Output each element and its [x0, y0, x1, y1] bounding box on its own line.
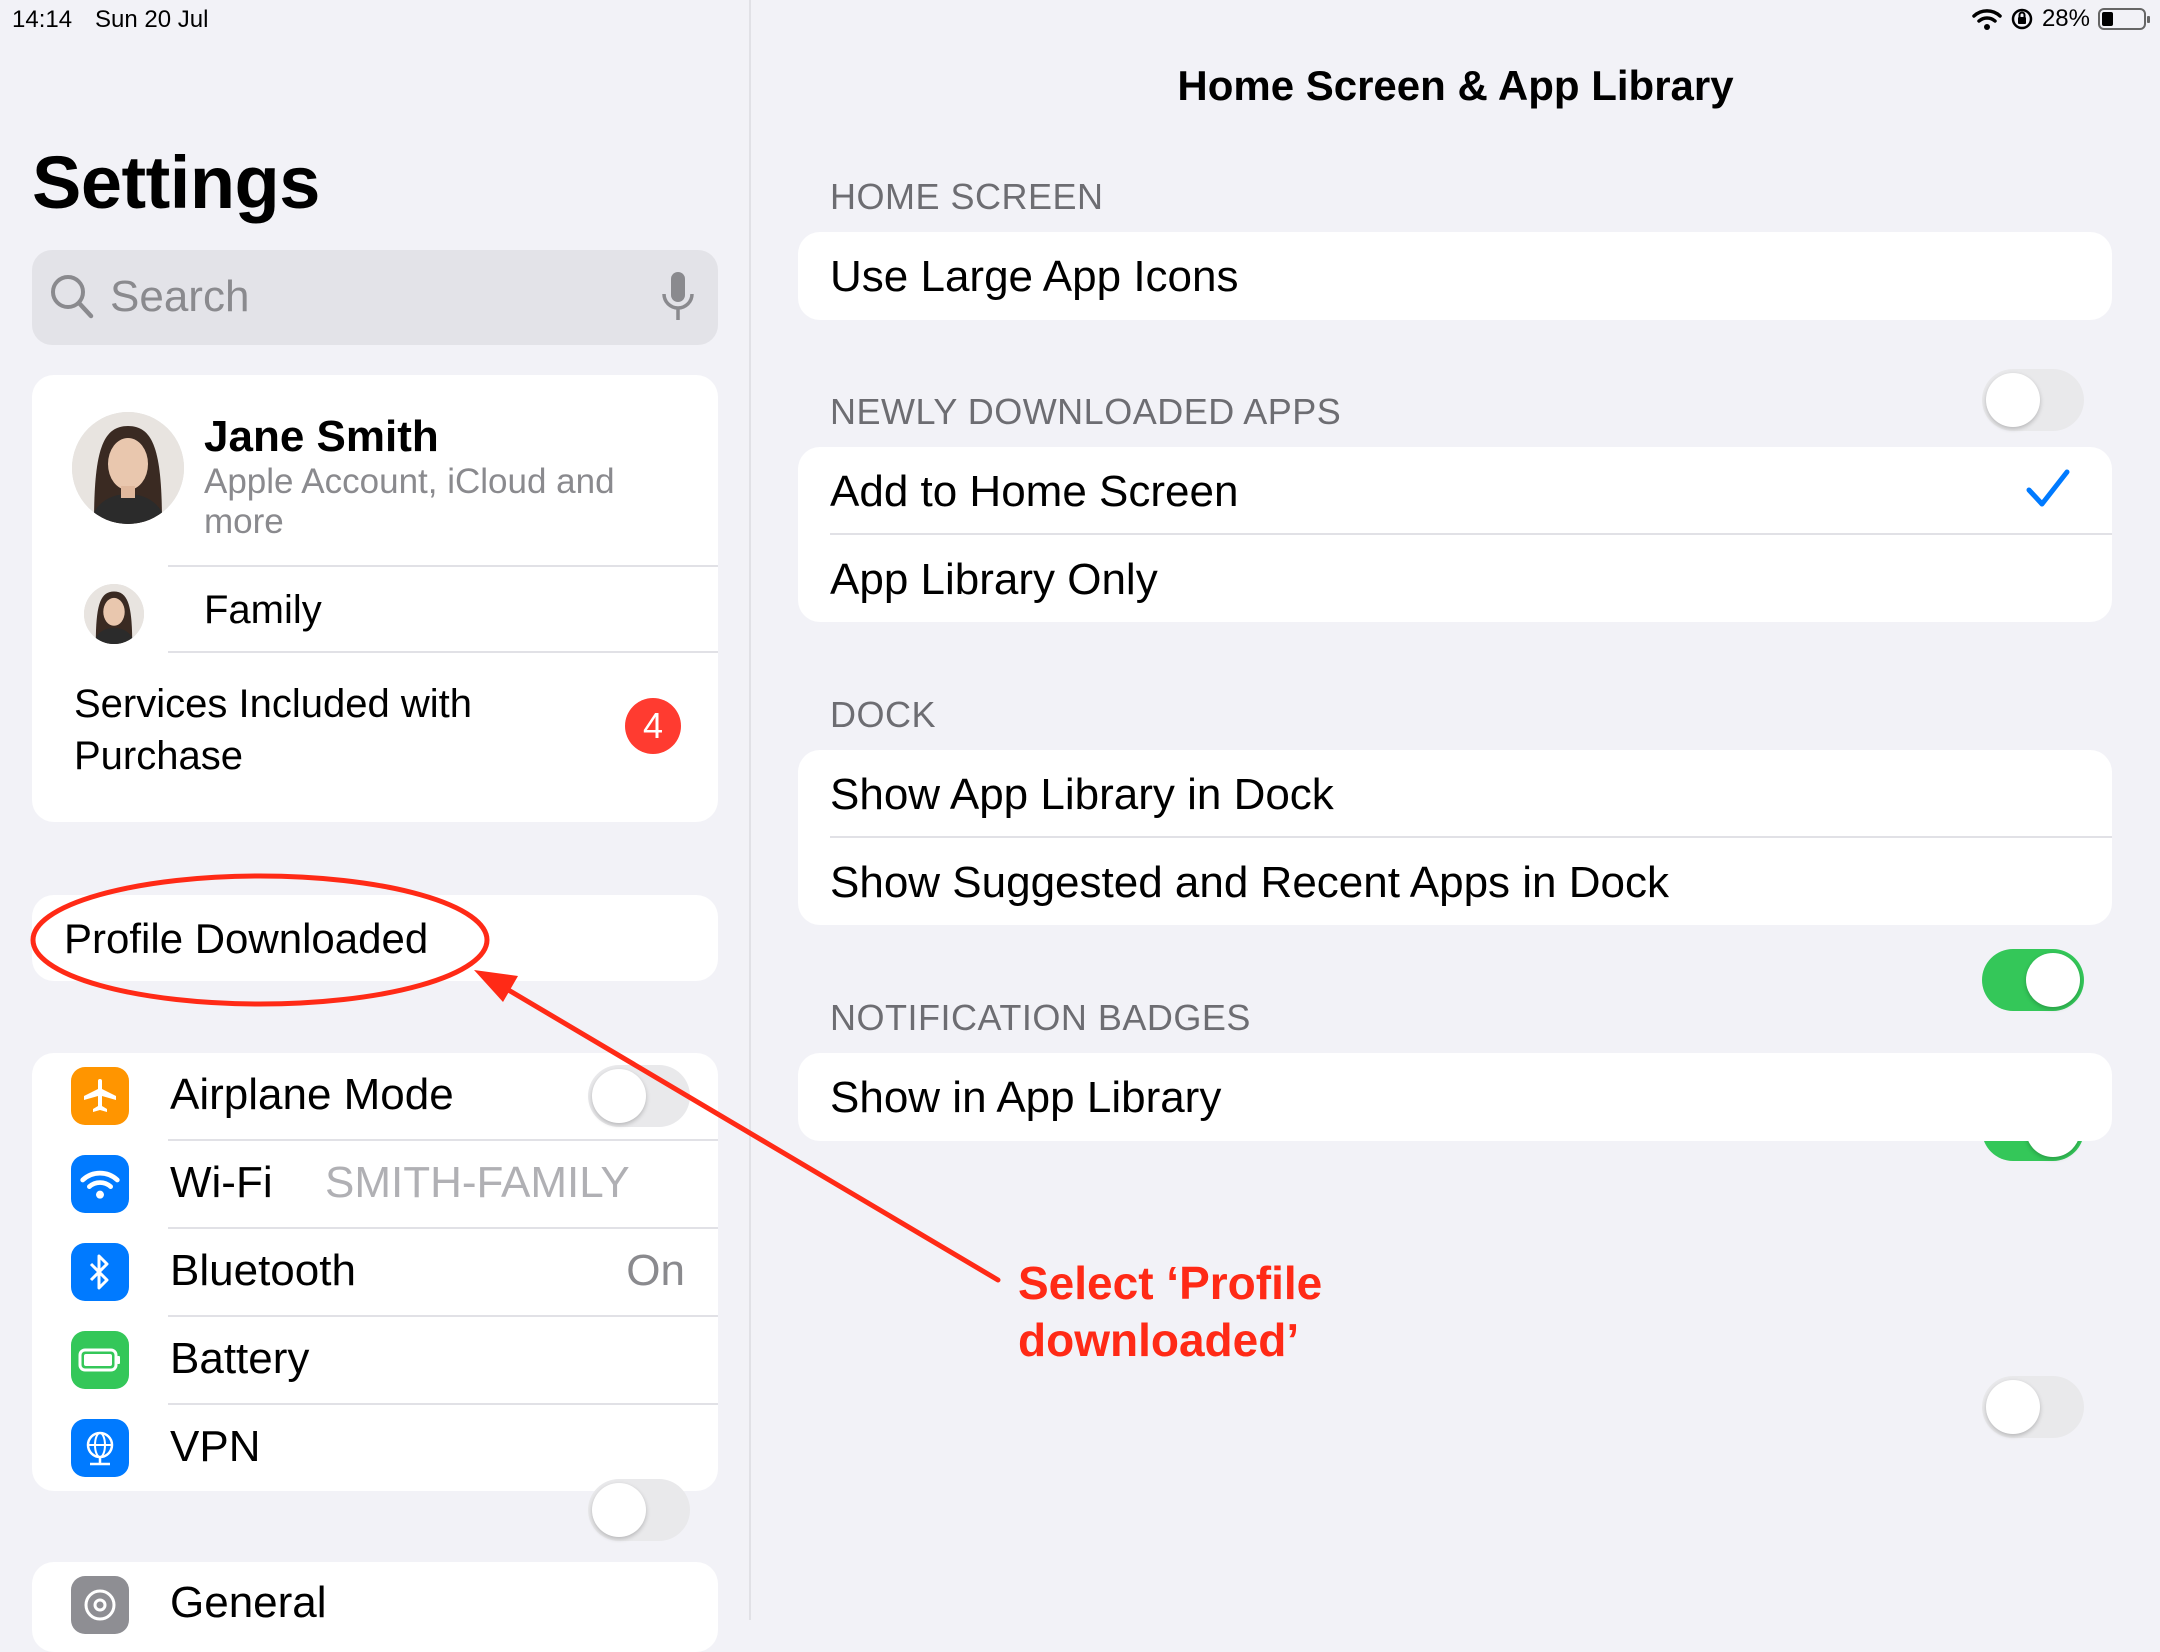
- annotation-arrow-head: [474, 970, 518, 1002]
- annotation-line-1: Select ‘Profile: [1018, 1257, 1323, 1309]
- annotation-overlay: [30, 873, 1001, 1283]
- annotation-arrow-line: [497, 982, 1001, 1283]
- annotation-callout: Select ‘Profile downloaded’: [1018, 1255, 1418, 1369]
- annotation-line-2: downloaded’: [1018, 1314, 1300, 1366]
- highlight-ellipse: [30, 873, 490, 1007]
